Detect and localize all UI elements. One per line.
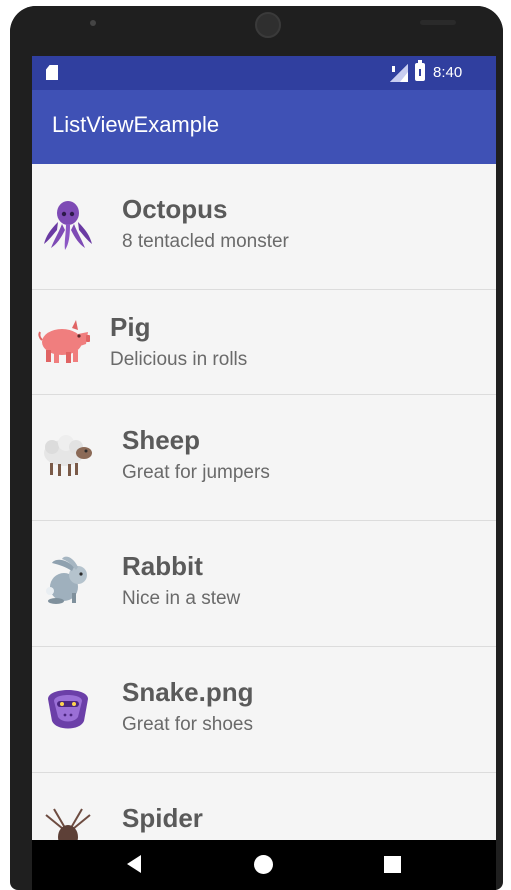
sheep-icon (44, 435, 92, 476)
phone-frame: 8:40 ListViewExample Octopus 8 tentacled… (10, 6, 503, 890)
home-icon[interactable] (254, 855, 273, 874)
sd-card-icon (46, 65, 58, 80)
navigation-bar (32, 840, 496, 890)
item-description: 8 tentacled monster (122, 231, 289, 252)
speaker-grille (420, 20, 456, 25)
recents-icon[interactable] (384, 856, 401, 873)
octopus-icon (44, 201, 92, 250)
list-item-sheep[interactable]: Sheep Great for jumpers (32, 395, 496, 521)
signal-icon (390, 64, 408, 82)
rabbit-icon (46, 556, 87, 604)
item-name: Octopus (122, 194, 228, 224)
phone-top-bezel (10, 6, 503, 56)
item-description: Nice in a stew (122, 588, 241, 609)
pig-icon (38, 320, 90, 363)
item-name: Spider (122, 803, 203, 833)
item-description: Great for shoes (122, 714, 253, 735)
list-item-rabbit[interactable]: Rabbit Nice in a stew (32, 521, 496, 647)
app-bar: ListViewExample (32, 90, 496, 164)
list-item-pig[interactable]: Pig Delicious in rolls (32, 290, 496, 395)
sensor-icon (90, 20, 96, 26)
item-name: Pig (110, 312, 151, 342)
item-description: Delicious in rolls (110, 349, 248, 370)
spider-icon (45, 808, 91, 840)
list-item-octopus[interactable]: Octopus 8 tentacled monster (32, 164, 496, 290)
item-name: Sheep (122, 425, 201, 455)
snake-icon (48, 690, 88, 729)
item-name: Rabbit (122, 551, 203, 581)
back-icon[interactable] (127, 855, 141, 873)
item-description: Great for jumpers (122, 462, 270, 483)
item-name: Snake.png (122, 677, 254, 707)
list-item-snake[interactable]: Snake.png Great for shoes (32, 647, 496, 773)
app-title: ListViewExample (52, 112, 220, 137)
animal-list[interactable]: Octopus 8 tentacled monster Pig Deliciou… (32, 164, 496, 840)
status-time: 8:40 (433, 64, 463, 81)
device-screen: 8:40 ListViewExample Octopus 8 tentacled… (32, 56, 496, 840)
battery-icon (415, 60, 425, 81)
list-item-spider[interactable]: Spider (32, 773, 496, 840)
camera-icon (255, 12, 281, 38)
status-bar: 8:40 (32, 56, 496, 90)
